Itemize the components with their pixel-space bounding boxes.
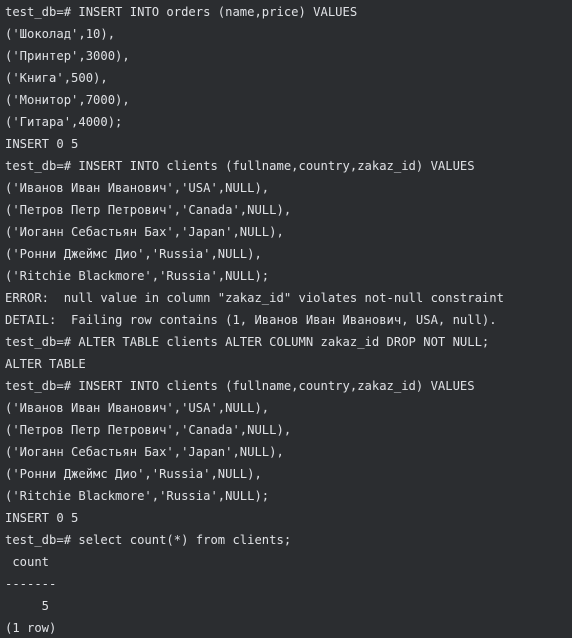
terminal-line: -------	[5, 577, 57, 591]
terminal-line: ('Монитор',7000),	[5, 93, 130, 107]
terminal-line: INSERT 0 5	[5, 511, 79, 525]
terminal-line: (1 row)	[5, 621, 57, 635]
terminal-line: ('Иванов Иван Иванович','USA',NULL),	[5, 181, 270, 195]
terminal-line: ('Книга',500),	[5, 71, 108, 85]
terminal-line: 5	[5, 599, 50, 613]
terminal-line: ('Иоганн Себастьян Бах','Japan',NULL),	[5, 225, 284, 239]
terminal-line: INSERT 0 5	[5, 137, 79, 151]
terminal-output[interactable]: test_db=# INSERT INTO orders (name,price…	[0, 0, 572, 638]
terminal-line: ('Иванов Иван Иванович','USA',NULL),	[5, 401, 270, 415]
terminal-line: ('Гитара',4000);	[5, 115, 123, 129]
terminal-line: test_db=# ALTER TABLE clients ALTER COLU…	[5, 335, 490, 349]
terminal-line: test_db=# INSERT INTO clients (fullname,…	[5, 159, 475, 173]
terminal-line: ('Принтер',3000),	[5, 49, 130, 63]
terminal-line: ALTER TABLE	[5, 357, 86, 371]
terminal-line: ('Ritchie Blackmore','Russia',NULL);	[5, 489, 270, 503]
terminal-line: test_db=# INSERT INTO orders (name,price…	[5, 5, 358, 19]
terminal-line: test_db=# INSERT INTO clients (fullname,…	[5, 379, 475, 393]
terminal-line: test_db=# select count(*) from clients;	[5, 533, 292, 547]
terminal-line: ('Ронни Джеймс Дио','Russia',NULL),	[5, 247, 262, 261]
terminal-line: DETAIL: Failing row contains (1, Иванов …	[5, 313, 497, 327]
terminal-line: ('Шоколад',10),	[5, 27, 116, 41]
terminal-line: ERROR: null value in column "zakaz_id" v…	[5, 291, 504, 305]
terminal-line: ('Ронни Джеймс Дио','Russia',NULL),	[5, 467, 262, 481]
terminal-line: ('Петров Петр Петрович','Canada',NULL),	[5, 203, 292, 217]
terminal-line: ('Иоганн Себастьян Бах','Japan',NULL),	[5, 445, 284, 459]
terminal-line: ('Петров Петр Петрович','Canada',NULL),	[5, 423, 292, 437]
terminal-line: count	[5, 555, 50, 569]
terminal-line: ('Ritchie Blackmore','Russia',NULL);	[5, 269, 270, 283]
